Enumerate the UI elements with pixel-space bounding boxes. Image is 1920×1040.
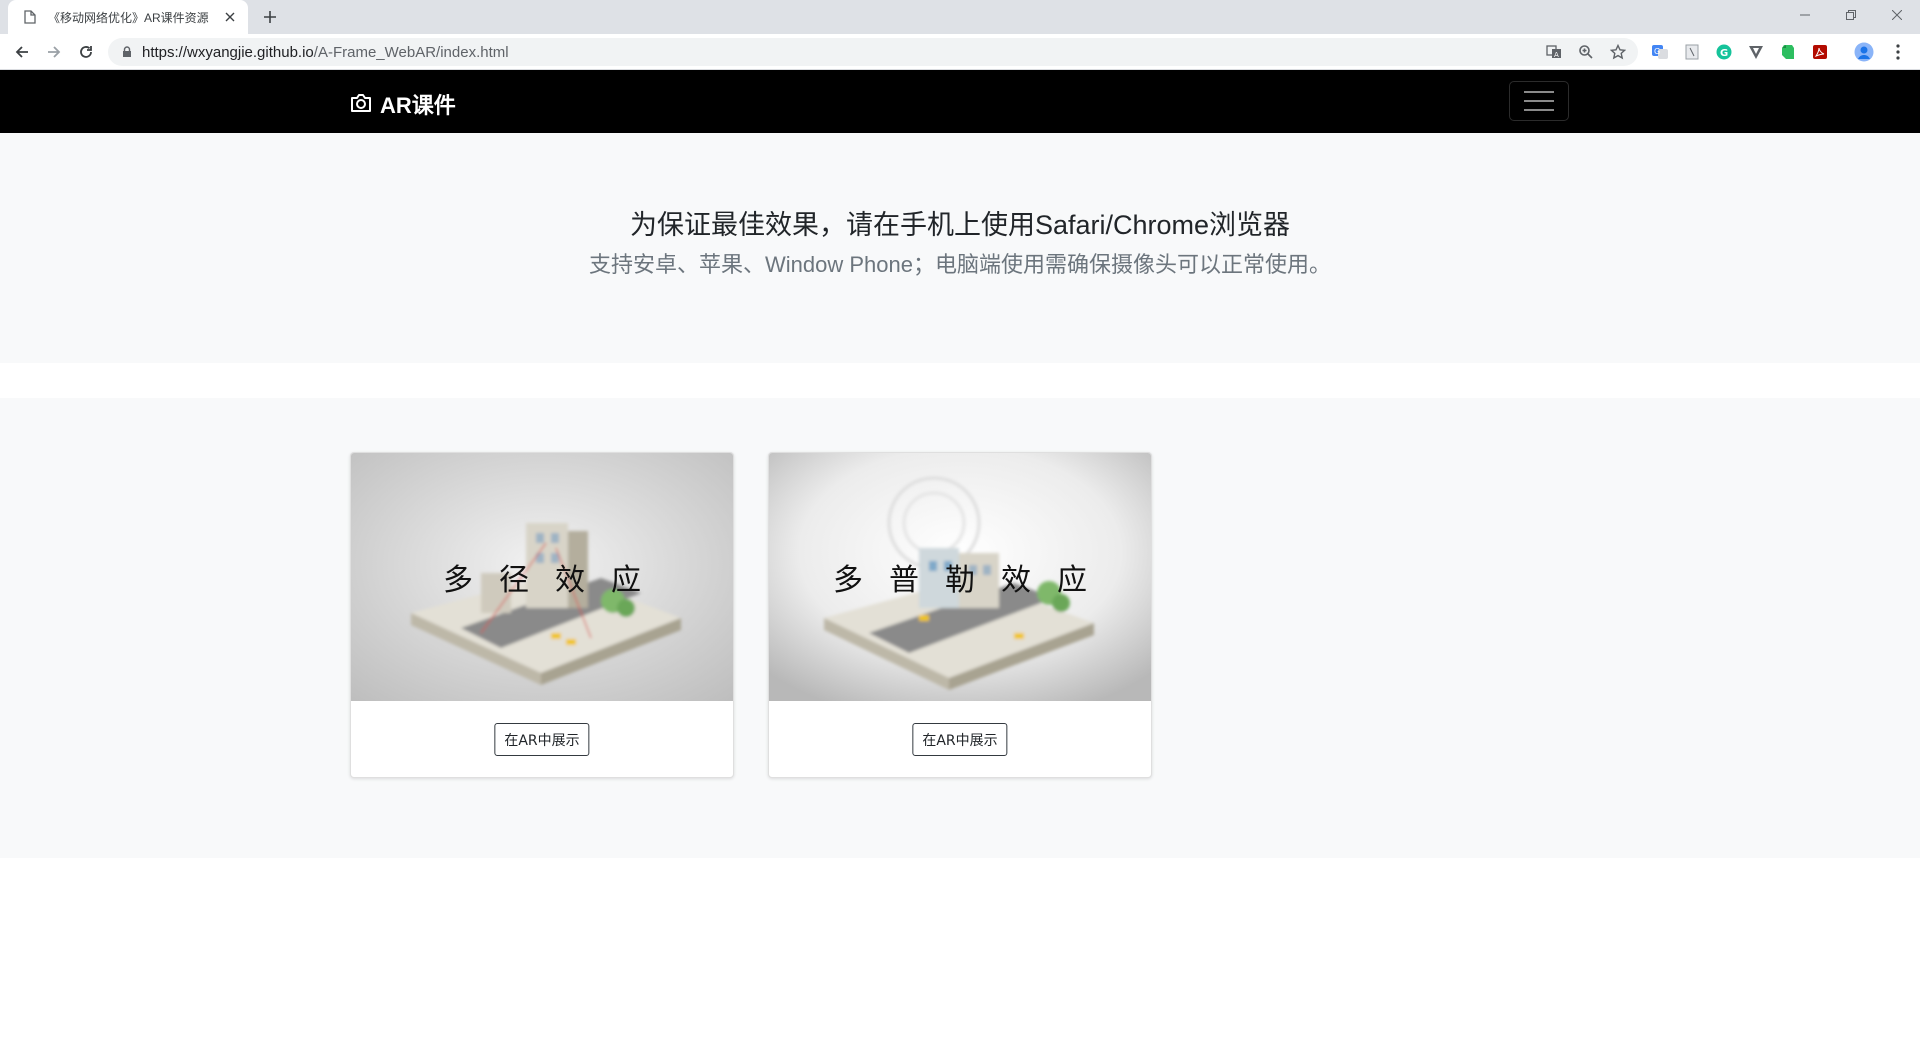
window-close-button[interactable] bbox=[1874, 0, 1920, 30]
view-in-ar-button[interactable]: 在AR中展示 bbox=[912, 723, 1008, 756]
forward-arrow-icon bbox=[48, 46, 61, 58]
site-navbar: AR课件 bbox=[0, 70, 1920, 133]
brand-link[interactable]: AR课件 bbox=[350, 88, 456, 120]
restore-button[interactable] bbox=[1828, 0, 1874, 30]
zoom-icon[interactable] bbox=[1574, 42, 1598, 62]
browser-tab-strip: 《移动网络优化》AR课件资源 bbox=[0, 0, 1920, 34]
star-icon[interactable] bbox=[1606, 42, 1630, 62]
minimize-button[interactable] bbox=[1782, 0, 1828, 30]
card-image-caption: 多径效应 bbox=[443, 563, 667, 598]
profile-avatar-icon[interactable] bbox=[1852, 40, 1876, 64]
camera-icon bbox=[350, 93, 372, 115]
extension-icons: G G bbox=[1648, 40, 1876, 64]
tab-title: 《移动网络优化》AR课件资源 bbox=[48, 10, 209, 25]
new-tab-button[interactable] bbox=[258, 5, 282, 29]
svg-text:G: G bbox=[1720, 48, 1728, 59]
url-text[interactable]: https://wxyangjie.github.io/A-Frame_WebA… bbox=[142, 44, 509, 61]
view-in-ar-button[interactable]: 在AR中展示 bbox=[494, 723, 590, 756]
evernote-icon[interactable] bbox=[1776, 40, 1800, 64]
kebab-menu-icon[interactable] bbox=[1886, 40, 1910, 64]
translate-extension-icon[interactable]: G bbox=[1648, 40, 1672, 64]
browser-toolbar: https://wxyangjie.github.io/A-Frame_WebA… bbox=[0, 34, 1920, 70]
address-bar[interactable]: https://wxyangjie.github.io/A-Frame_WebA… bbox=[108, 38, 1638, 66]
minimize-icon bbox=[1800, 14, 1810, 16]
grammarly-icon[interactable]: G bbox=[1712, 40, 1736, 64]
svg-text:G: G bbox=[1654, 47, 1660, 56]
close-icon[interactable] bbox=[222, 9, 238, 25]
browser-tab[interactable]: 《移动网络优化》AR课件资源 bbox=[8, 0, 248, 34]
reload-button[interactable] bbox=[74, 40, 98, 64]
card-thumbnail[interactable]: 多普勒效应 bbox=[769, 453, 1151, 701]
card-album: 多径效应 在AR中展示 多普勒效应 在AR中展示 bbox=[0, 398, 1920, 858]
page-icon bbox=[22, 9, 38, 25]
restore-icon bbox=[1846, 10, 1856, 20]
jumbotron: 为保证最佳效果，请在手机上使用Safari/Chrome浏览器 支持安卓、苹果、… bbox=[0, 133, 1920, 363]
translate-icon[interactable]: A bbox=[1542, 42, 1566, 62]
reload-icon bbox=[80, 46, 92, 58]
plus-icon bbox=[264, 11, 276, 23]
pdf-extension-icon[interactable] bbox=[1808, 40, 1832, 64]
navbar-toggler-button[interactable] bbox=[1509, 81, 1569, 121]
back-arrow-icon bbox=[15, 46, 28, 58]
hamburger-icon bbox=[1524, 91, 1554, 111]
page-subtitle: 支持安卓、苹果、Window Phone；电脑端使用需确保摄像头可以正常使用。 bbox=[589, 252, 1331, 277]
vpn-extension-icon[interactable] bbox=[1744, 40, 1768, 64]
card-image-caption: 多普勒效应 bbox=[833, 563, 1113, 598]
back-button[interactable] bbox=[10, 40, 34, 64]
svg-text:A: A bbox=[1554, 51, 1559, 59]
window-controls bbox=[1782, 0, 1920, 30]
card-thumbnail[interactable]: 多径效应 bbox=[351, 453, 733, 701]
card-doppler: 多普勒效应 在AR中展示 bbox=[768, 452, 1152, 778]
window-close-icon bbox=[1892, 10, 1902, 20]
lock-icon[interactable] bbox=[120, 45, 134, 59]
page-title: 为保证最佳效果，请在手机上使用Safari/Chrome浏览器 bbox=[629, 210, 1291, 240]
reader-extension-icon[interactable] bbox=[1680, 40, 1704, 64]
brand-text: AR课件 bbox=[380, 93, 456, 118]
forward-button[interactable] bbox=[42, 40, 66, 64]
card-multipath: 多径效应 在AR中展示 bbox=[350, 452, 734, 778]
